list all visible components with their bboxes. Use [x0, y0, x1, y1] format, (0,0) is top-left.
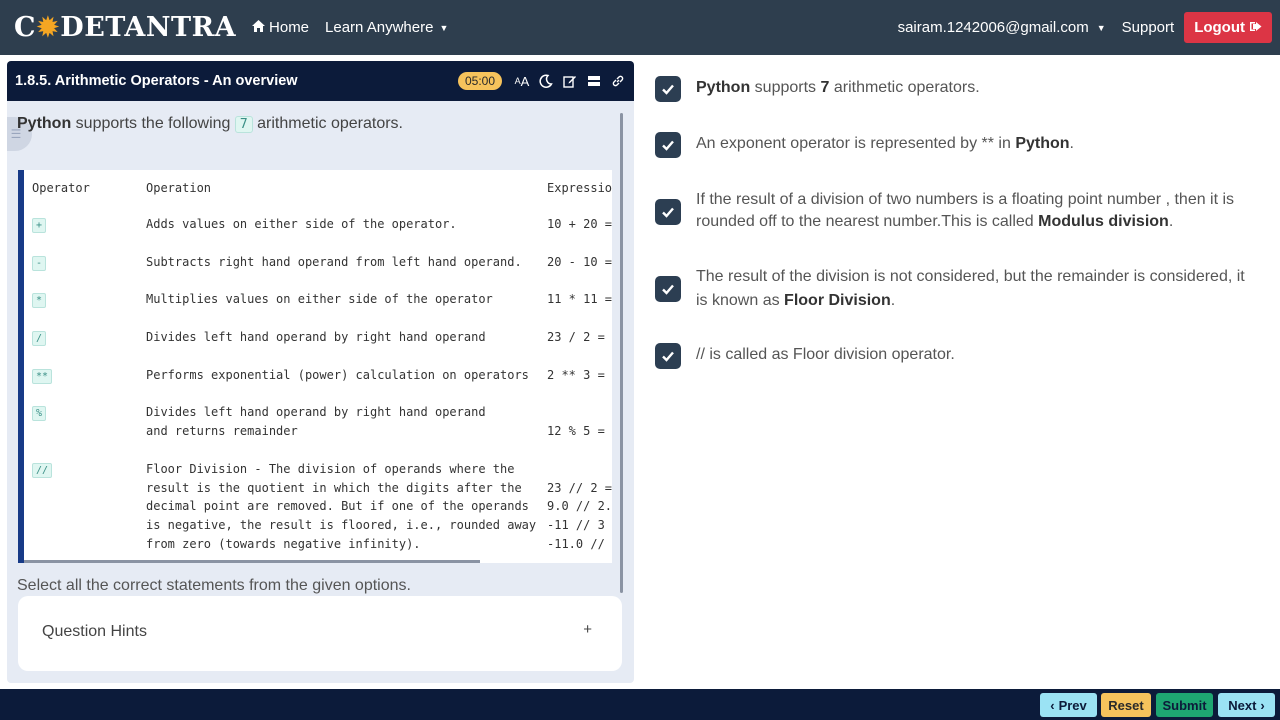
- operator-chip: *: [32, 293, 47, 308]
- chevron-left-icon: ‹: [1050, 697, 1055, 713]
- top-navbar: C ✹ DETANTRA Home Learn Anywhere ▼ sairam.…: [0, 0, 1280, 55]
- option-text: If the result of a division of two numbe…: [696, 191, 1235, 230]
- table-row-op: %: [32, 405, 47, 421]
- sign-out-icon: [1250, 19, 1262, 36]
- support-link[interactable]: Support: [1122, 19, 1175, 36]
- home-label: Home: [269, 19, 310, 36]
- learn-anywhere-dropdown[interactable]: Learn Anywhere ▼: [325, 19, 448, 36]
- logo-text-right: DETANTRA: [60, 12, 237, 43]
- option-text: // is called as Floor division operator.: [696, 346, 955, 363]
- operator-chip: -: [32, 256, 47, 271]
- link-icon[interactable]: [606, 69, 630, 93]
- table-row-expression: 12 % 5 =: [547, 423, 605, 438]
- hints-label: Question Hints: [42, 623, 147, 640]
- caret-down-icon: ▼: [1096, 22, 1106, 33]
- logout-button[interactable]: Logout: [1184, 12, 1272, 43]
- reset-button[interactable]: Reset: [1101, 693, 1151, 717]
- table-row-op: +: [32, 217, 47, 233]
- option-4[interactable]: The result of the division is not consid…: [655, 265, 1251, 313]
- logo-sun-icon: ✹: [37, 12, 60, 43]
- operator-chip: +: [32, 218, 47, 233]
- user-dropdown[interactable]: sairam.1242006@gmail.com ▼: [898, 19, 1106, 36]
- table-row-op: *: [32, 292, 47, 308]
- table-row-expression: 23 / 2 =: [547, 330, 605, 344]
- table-row-operation: Floor Division - The division of operand…: [146, 462, 537, 551]
- table-row-expression: 11 * 11 =: [547, 292, 612, 306]
- edit-icon[interactable]: [558, 69, 582, 93]
- table-row-expression: 10 + 20 =: [547, 217, 612, 231]
- intro-end: arithmetic operators.: [252, 115, 403, 132]
- home-icon: [252, 19, 266, 36]
- question-hints-accordion[interactable]: Question Hints +: [18, 596, 622, 671]
- user-email: sairam.1242006@gmail.com: [897, 19, 1089, 36]
- col-header-operator: Operator: [32, 181, 90, 195]
- table-row-expression: 23 // 2 = 9.0 // 2. -11 // 3 -11.0 //: [547, 480, 612, 551]
- next-label: Next: [1228, 697, 1257, 713]
- operator-chip: //: [32, 463, 53, 478]
- question-panel: 1.8.5. Arithmetic Operators - An overvie…: [7, 61, 634, 683]
- reset-label: Reset: [1108, 697, 1144, 713]
- table-row-op: /: [32, 330, 47, 346]
- table-row-expression: 20 - 10 =: [547, 255, 612, 269]
- panel-header: 1.8.5. Arithmetic Operators - An overvie…: [7, 61, 634, 101]
- checkbox-checked-icon[interactable]: [655, 276, 681, 302]
- table-row-operation: Divides left hand operand by right hand …: [146, 330, 486, 344]
- layout-toggle-icon[interactable]: [582, 69, 606, 93]
- checkbox-checked-icon[interactable]: [655, 76, 681, 102]
- prev-button[interactable]: ‹ Prev: [1040, 693, 1097, 717]
- submit-label: Submit: [1162, 697, 1207, 713]
- table-row-expression: 2 ** 3 =: [547, 368, 605, 382]
- checkbox-checked-icon[interactable]: [655, 199, 681, 225]
- option-text: Python supports 7 arithmetic operators.: [696, 79, 980, 96]
- intro-mid: supports the following: [71, 115, 235, 132]
- table-row-operation: Adds values on either side of the operat…: [146, 217, 457, 231]
- font-size-icon[interactable]: AA: [510, 69, 534, 93]
- option-5[interactable]: // is called as Floor division operator.: [655, 343, 1251, 369]
- codetantra-logo[interactable]: C ✹ DETANTRA: [14, 12, 236, 43]
- logo-text-left: C: [14, 12, 36, 43]
- prev-label: Prev: [1058, 697, 1087, 713]
- table-row-operation: Divides left hand operand by right hand …: [146, 405, 486, 438]
- home-link[interactable]: Home: [252, 19, 309, 36]
- operators-table-card: Operator Operation Expressio + Adds valu…: [18, 170, 612, 563]
- horizontal-scrollbar[interactable]: [24, 560, 480, 563]
- learn-anywhere-label: Learn Anywhere: [325, 19, 434, 36]
- table-row-operation: Multiplies values on either side of the …: [146, 292, 493, 306]
- question-title: 1.8.5. Arithmetic Operators - An overvie…: [15, 73, 298, 89]
- col-header-operation: Operation: [146, 181, 212, 195]
- col-header-expression: Expressio: [547, 181, 612, 195]
- operator-chip: **: [32, 369, 53, 384]
- intro-python: Python: [17, 115, 72, 132]
- instruction-text: Select all the correct statements from t…: [17, 577, 411, 594]
- table-row-op: -: [32, 255, 47, 271]
- operator-count-badge: 7: [234, 116, 253, 133]
- option-text: An exponent operator is represented by *…: [696, 135, 1074, 152]
- logout-label: Logout: [1194, 19, 1245, 36]
- vertical-scrollbar[interactable]: [620, 113, 623, 593]
- operator-chip: %: [32, 406, 47, 421]
- bottom-action-bar: ‹ Prev Reset Submit Next ›: [0, 689, 1280, 720]
- chevron-right-icon: ›: [1260, 697, 1265, 713]
- table-row-op: //: [32, 462, 53, 478]
- table-row-operation: Subtracts right hand operand from left h…: [146, 255, 522, 269]
- option-2[interactable]: An exponent operator is represented by *…: [655, 132, 1251, 158]
- dark-mode-moon-icon[interactable]: [534, 69, 558, 93]
- operator-chip: /: [32, 331, 47, 346]
- intro-text: Python supports the following 7 arithmet…: [17, 115, 403, 133]
- table-row-operation: Performs exponential (power) calculation…: [146, 368, 529, 382]
- table-row-op: **: [32, 368, 53, 384]
- timer-badge: 05:00: [457, 72, 502, 90]
- option-3[interactable]: If the result of a division of two numbe…: [655, 189, 1251, 233]
- submit-button[interactable]: Submit: [1156, 693, 1213, 717]
- option-text: The result of the division is not consid…: [696, 268, 1245, 309]
- checkbox-checked-icon[interactable]: [655, 132, 681, 158]
- checkbox-checked-icon[interactable]: [655, 343, 681, 369]
- next-button[interactable]: Next ›: [1218, 693, 1275, 717]
- plus-icon[interactable]: +: [583, 621, 592, 638]
- option-1[interactable]: Python supports 7 arithmetic operators.: [655, 76, 1251, 102]
- caret-down-icon: ▼: [439, 22, 449, 33]
